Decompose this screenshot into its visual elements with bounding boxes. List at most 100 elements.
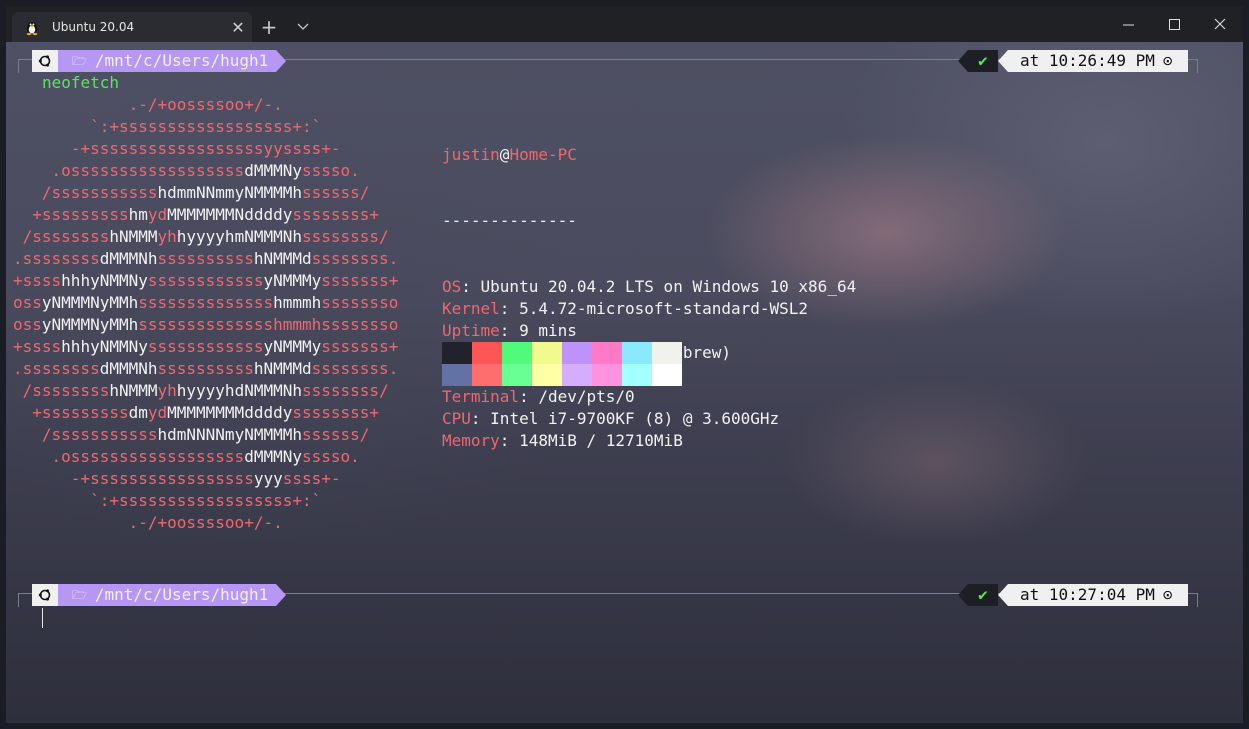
status-segment: ✔: [968, 50, 998, 72]
logo-segment: .ossssssssssssssssss: [13, 447, 245, 466]
tux-icon: [26, 22, 38, 35]
logo-segment: /sssssssssss: [13, 183, 158, 202]
logo-segment: oss: [13, 315, 42, 334]
logo-segment: sssssss+: [321, 271, 399, 290]
color-swatch: [562, 364, 592, 386]
logo-segment: dm: [128, 403, 148, 422]
info-value: : 5.4.72-microsoft-standard-WSL2: [499, 299, 809, 318]
clock-icon: ⊙: [1162, 51, 1173, 70]
color-swatch: [502, 342, 532, 364]
logo-segment: .-/+oossssoo+/-.: [13, 513, 283, 532]
info-value: : /dev/pts/0: [519, 387, 635, 406]
logo-line: +sssssssssdmydMMMMMMMMddddyssssssss+: [13, 402, 398, 424]
minimize-button[interactable]: [1105, 6, 1151, 42]
logo-segment: +ssss: [13, 337, 62, 356]
logo-segment: hNMMMd: [253, 249, 312, 268]
maximize-button[interactable]: [1151, 6, 1197, 42]
logo-segment: ssssssss+: [292, 205, 380, 224]
color-palette-normal: [442, 342, 682, 364]
logo-segment: hm: [128, 205, 148, 224]
info-value: : Intel i7-9700KF (8) @ 3.600GHz: [470, 409, 780, 428]
ubuntu-icon: [38, 55, 51, 67]
logo-segment: hhhyNMMNy: [61, 271, 148, 290]
window-controls: [1105, 6, 1243, 42]
close-icon: [1214, 18, 1226, 30]
logo-line: .ssssssssdMMMNhsssssssssshNMMMdssssssss.: [13, 358, 398, 380]
logo-segment: yh: [157, 227, 177, 246]
ubuntu-icon: [38, 589, 51, 601]
logo-segment: -+sssssssssssssssss: [13, 469, 254, 488]
logo-segment: dMMMNh: [99, 249, 158, 268]
logo-segment: hmmmh: [273, 293, 322, 312]
logo-segment: yd: [147, 205, 168, 224]
os-segment: [32, 50, 58, 72]
logo-segment: ssssssss/: [302, 227, 389, 246]
logo-segment: ssssssss.: [311, 359, 399, 378]
logo-segment: sssso.: [301, 447, 360, 466]
info-key: Terminal: [442, 387, 520, 406]
command-text: neofetch: [42, 73, 120, 92]
logo-segment: hNMMM: [109, 381, 158, 400]
close-button[interactable]: [1197, 6, 1243, 42]
system-info: justin@Home-PC -------------- OS: Ubuntu…: [442, 100, 856, 496]
logo-line: +sssshhhyNMMNyssssssssssssyNMMMysssssss+: [13, 270, 398, 292]
info-key: OS: [442, 277, 462, 296]
prompt-line-1: 🗁 /mnt/c/Users/hugh1 ✔ at 10:26:49 PM ⊙: [18, 50, 1198, 73]
prompt-line-2: 🗁 /mnt/c/Users/hugh1 ✔ at 10:27:04 PM ⊙: [18, 584, 1198, 607]
logo-segment: `:+ssssssssssssssssss+:`: [13, 491, 322, 510]
info-row: Memory: 148MiB / 12710MiB: [442, 430, 856, 452]
path-segment: 🗁 /mnt/c/Users/hugh1: [58, 584, 277, 606]
path-arrow: [276, 50, 286, 72]
minimize-icon: [1122, 24, 1134, 25]
color-swatch: [592, 342, 622, 364]
logo-segment: yh: [157, 381, 177, 400]
color-swatch: [592, 364, 622, 386]
time-arrow: [998, 50, 1008, 72]
info-value: : 9 mins: [499, 321, 577, 340]
info-row: Terminal: /dev/pts/0: [442, 386, 856, 408]
folder-icon: 🗁: [72, 588, 87, 602]
logo-segment: yNMMMy: [263, 271, 322, 290]
logo-line: +ssssssssshmydMMMMMMMNddddyssssssss+: [13, 204, 398, 226]
logo-segment: yd: [147, 403, 168, 422]
logo-line: /ssssssssssshdmNNNNmyNMMMMhssssss/: [13, 424, 398, 446]
terminal-content[interactable]: 🗁 /mnt/c/Users/hugh1 ✔ at 10:26:49 PM ⊙ …: [6, 42, 1243, 723]
logo-segment: /ssssssss: [13, 227, 110, 246]
logo-segment: yNMMMy: [263, 337, 322, 356]
color-swatch: [562, 342, 592, 364]
color-swatch: [652, 364, 682, 386]
maximize-icon: [1168, 18, 1180, 30]
logo-segment: dMMMNy: [244, 161, 302, 180]
username: justin: [442, 145, 500, 164]
at-sign: @: [499, 145, 510, 164]
hostname: Home-PC: [509, 145, 577, 164]
logo-segment: hdmmNNmmyNMMMMh: [157, 183, 303, 202]
time-arrow: [998, 584, 1008, 606]
color-swatch: [472, 364, 502, 386]
ubuntu-ascii-logo: .-/+oossssoo+/-. `:+ssssssssssssssssss+:…: [13, 94, 398, 534]
logo-segment: sssssss+: [321, 337, 399, 356]
color-swatch: [442, 342, 472, 364]
logo-line: .-/+oossssoo+/-.: [13, 512, 398, 534]
time-segment: at 10:27:04 PM ⊙: [1008, 584, 1188, 606]
tab-dropdown-button[interactable]: [286, 12, 320, 42]
logo-segment: ssss+-: [282, 469, 341, 488]
logo-segment: MMMMMMMNddddy: [167, 205, 293, 224]
path-segment: 🗁 /mnt/c/Users/hugh1: [58, 50, 277, 72]
logo-segment: hNMMM: [109, 227, 158, 246]
info-value: : Ubuntu 20.04.2 LTS on Windows 10 x86_6…: [461, 277, 857, 296]
logo-segment: .ssssssss: [13, 359, 100, 378]
logo-segment: ssssssss.: [311, 249, 399, 268]
logo-segment: ssssssss/: [302, 381, 389, 400]
color-swatch: [442, 364, 472, 386]
tab-close-button[interactable]: ✕: [224, 18, 252, 37]
time-segment: at 10:26:49 PM ⊙: [1008, 50, 1188, 72]
separator-line: --------------: [442, 211, 577, 230]
clock-icon: ⊙: [1162, 585, 1173, 604]
new-tab-button[interactable]: +: [252, 12, 286, 42]
logo-segment: MMMMMMMMddddy: [167, 403, 293, 422]
logo-line: .ossssssssssssssssssdMMMNysssso.: [13, 160, 398, 182]
tab-ubuntu[interactable]: Ubuntu 20.04 ✕: [12, 12, 252, 42]
logo-line: -+ssssssssssssssssssyyssss+-: [13, 138, 398, 160]
logo-segment: `:+ssssssssssssssssss+:`: [13, 117, 322, 136]
